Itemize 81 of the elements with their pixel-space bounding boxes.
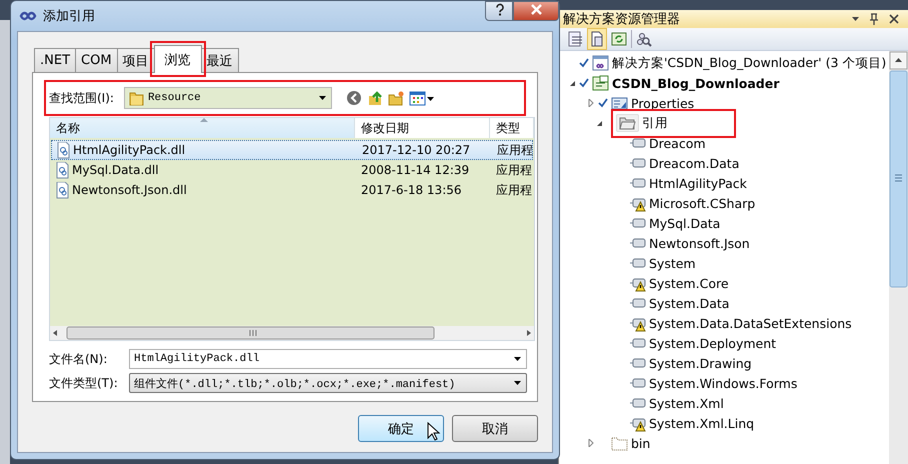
file-name: HtmlAgilityPack.dll <box>73 143 186 157</box>
folder-icon <box>619 115 636 131</box>
csharp-project-icon <box>592 75 609 91</box>
collapsed-arrow-icon[interactable] <box>588 99 594 107</box>
file-type: 应用程 <box>495 182 533 198</box>
dll-file-icon <box>57 142 70 158</box>
properties-icon[interactable] <box>567 31 583 47</box>
file-row[interactable]: MySql.Data.dll 2008-11-14 12:39 应用程 <box>50 160 534 180</box>
close-icon <box>530 4 542 14</box>
tree-item[interactable]: MySql.Data <box>646 214 724 232</box>
caret-icon <box>513 355 522 363</box>
properties-icon <box>611 95 628 111</box>
tab[interactable]: .NET <box>34 48 76 72</box>
column-header[interactable]: 修改日期 <box>355 118 490 138</box>
look-in-label: 查找范围(I): <box>49 90 114 106</box>
file-date: 2017-12-10 20:27 <box>361 143 472 157</box>
folder-icon <box>611 435 628 451</box>
folder-icon <box>128 90 144 106</box>
column-header[interactable]: 名称 <box>50 118 355 138</box>
refresh-icon[interactable] <box>611 31 627 47</box>
ok-button[interactable]: 确定 <box>358 415 444 442</box>
mouse-cursor-icon <box>427 422 441 441</box>
up-folder-icon <box>366 90 383 106</box>
pin-icon[interactable] <box>868 12 880 26</box>
file-date: 2008-11-14 12:39 <box>360 163 470 177</box>
file-name: MySql.Data.dll <box>72 163 159 177</box>
class-diagram-icon[interactable] <box>636 31 652 47</box>
cancel-button[interactable]: 取消 <box>452 415 538 442</box>
file-type: 应用程 <box>496 142 534 158</box>
help-button[interactable] <box>485 1 513 21</box>
tree-item[interactable]: System <box>646 254 699 272</box>
expanded-arrow-icon[interactable] <box>568 80 576 86</box>
collapsed-arrow-icon[interactable] <box>588 439 594 447</box>
tree-item[interactable]: Dreacom <box>646 134 709 152</box>
file-date: 2017-6-18 13:56 <box>360 183 462 197</box>
show-all-files-icon[interactable] <box>590 31 604 47</box>
tree-item[interactable]: Newtonsoft.Json <box>646 234 753 252</box>
infinity-icon <box>19 10 37 22</box>
expanded-arrow-icon[interactable] <box>596 120 602 126</box>
file-name-field[interactable]: HtmlAgilityPack.dll <box>129 349 527 369</box>
dll-file-icon <box>56 162 69 178</box>
tree-item[interactable]: System.Deployment <box>646 334 780 352</box>
tree-item[interactable]: System.Windows.Forms <box>646 374 800 392</box>
tree-item[interactable]: System.Data <box>646 294 732 312</box>
tree-item[interactable]: System.Xml.Linq <box>646 414 758 432</box>
help-icon <box>493 2 505 16</box>
column-header[interactable]: 类型 <box>490 118 534 138</box>
caret-icon <box>513 379 522 387</box>
solution-icon <box>592 55 609 71</box>
file-row[interactable]: HtmlAgilityPack.dll 2017-12-10 20:27 应用程 <box>51 140 533 160</box>
file-name-label: 文件名(N): <box>49 350 108 368</box>
dialog-title: 添加引用 <box>43 8 95 25</box>
tree-item[interactable]: System.Core <box>646 274 732 292</box>
caret-icon <box>318 94 327 102</box>
tree-item[interactable]: System.Data.DataSetExtensions <box>646 314 855 332</box>
views-menu-icon <box>408 90 435 106</box>
tab[interactable]: 项目 <box>116 48 155 72</box>
look-in-dropdown[interactable]: Resource <box>124 87 332 109</box>
dll-file-icon <box>56 182 69 198</box>
file-type-label: 文件类型(T): <box>49 374 119 392</box>
file-name: Newtonsoft.Json.dll <box>72 183 187 197</box>
tree-item[interactable]: Properties <box>628 94 698 112</box>
tab[interactable]: COM <box>75 48 118 72</box>
tree-item[interactable]: Dreacom.Data <box>646 154 742 172</box>
tree-item[interactable]: 引用 <box>639 114 671 132</box>
sort-icon <box>200 118 208 122</box>
new-folder-icon <box>388 90 404 106</box>
tree-item[interactable]: CSDN_Blog_Downloader <box>609 74 782 92</box>
panel-title: 解决方案资源管理器 <box>563 11 681 28</box>
file-type: 应用程 <box>495 162 533 178</box>
close-button[interactable] <box>513 1 559 21</box>
back-icon <box>346 90 362 106</box>
file-type-dropdown[interactable]: 组件文件(*.dll;*.tlb;*.olb;*.ocx;*.exe;*.manifest) <box>129 373 527 393</box>
tree-item[interactable]: bin <box>628 434 654 452</box>
tree-item[interactable]: HtmlAgilityPack <box>646 174 750 192</box>
tree-item[interactable]: Microsoft.CSharp <box>646 194 758 212</box>
tree-item[interactable]: 解决方案'CSDN_Blog_Downloader' (3 个项目) <box>609 54 890 72</box>
close-icon[interactable] <box>888 13 900 25</box>
tree-item[interactable]: System.Xml <box>646 394 727 412</box>
file-row[interactable]: Newtonsoft.Json.dll 2017-6-18 13:56 应用程 <box>50 180 534 200</box>
tree-item[interactable]: System.Drawing <box>646 354 755 372</box>
